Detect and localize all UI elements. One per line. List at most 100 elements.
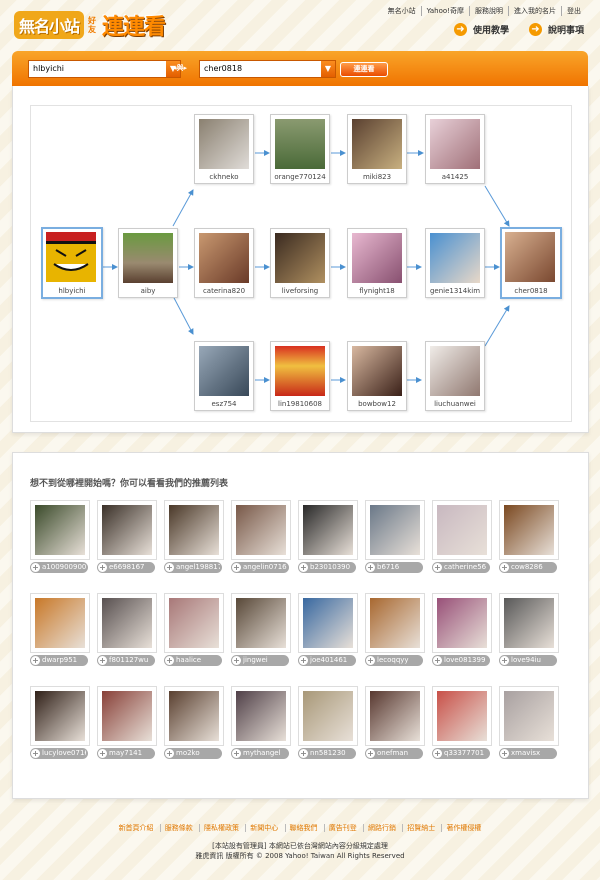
footer-link[interactable]: 著作權侵權	[441, 824, 486, 832]
avatar-frame[interactable]	[97, 686, 157, 746]
recommend-card[interactable]: + angelin0716	[231, 500, 291, 573]
recommend-card[interactable]: + xmavisx	[499, 686, 559, 759]
graph-node[interactable]: cher0818	[500, 227, 562, 299]
avatar-frame[interactable]	[231, 500, 291, 560]
avatar-frame[interactable]	[432, 500, 492, 560]
add-friend-button[interactable]: + lucylove0716	[30, 748, 88, 759]
avatar-frame[interactable]	[432, 686, 492, 746]
from-user-select[interactable]: hlbyichi ▼	[28, 60, 181, 78]
add-friend-button[interactable]: + angelin0716	[231, 562, 289, 573]
add-friend-button[interactable]: + joe401461	[298, 655, 356, 666]
recommend-card[interactable]: + lucylove0716	[30, 686, 90, 759]
recommend-card[interactable]: + f801127wu	[97, 593, 157, 666]
top-nav-logout[interactable]: 登出	[561, 6, 586, 16]
avatar-frame[interactable]	[298, 500, 358, 560]
graph-node[interactable]: orange770124	[270, 114, 330, 184]
avatar-frame[interactable]	[499, 593, 559, 653]
footer-link[interactable]: 服務條款	[159, 824, 197, 832]
footer-link[interactable]: 聯絡我們	[284, 824, 322, 832]
chevron-down-icon[interactable]: ▼	[321, 61, 335, 77]
graph-node[interactable]: liveforsing	[270, 228, 330, 298]
to-user-select[interactable]: cher0818 ▼	[199, 60, 336, 78]
footer-link[interactable]: 廣告刊登	[323, 824, 361, 832]
avatar-frame[interactable]	[164, 593, 224, 653]
graph-node[interactable]: bowbow12	[347, 341, 407, 411]
avatar-frame[interactable]	[231, 593, 291, 653]
graph-node[interactable]: liuchuanwei	[425, 341, 485, 411]
recommend-card[interactable]: + a100900900	[30, 500, 90, 573]
recommend-card[interactable]: + lecoqqyy	[365, 593, 425, 666]
graph-node[interactable]: genie1314kim	[425, 228, 485, 298]
add-friend-button[interactable]: + nn581230	[298, 748, 356, 759]
recommend-card[interactable]: + haalice	[164, 593, 224, 666]
avatar-frame[interactable]	[164, 500, 224, 560]
graph-node[interactable]: caterina820	[194, 228, 254, 298]
site-logo[interactable]: 無名小站 好友 連連看	[14, 10, 166, 40]
recommend-card[interactable]: + onefman	[365, 686, 425, 759]
avatar-frame[interactable]	[164, 686, 224, 746]
recommend-card[interactable]: + cow8286	[499, 500, 559, 573]
footer-link[interactable]: 網路行銷	[362, 824, 400, 832]
add-friend-button[interactable]: + xmavisx	[499, 748, 557, 759]
avatar-frame[interactable]	[365, 500, 425, 560]
recommend-card[interactable]: + b6716	[365, 500, 425, 573]
add-friend-button[interactable]: + love081399	[432, 655, 490, 666]
avatar-frame[interactable]	[298, 686, 358, 746]
tutorial-link[interactable]: ➜ 使用教學	[454, 23, 509, 36]
graph-node[interactable]: lin19810608	[270, 341, 330, 411]
recommend-card[interactable]: + angel198817	[164, 500, 224, 573]
add-friend-button[interactable]: + b6716	[365, 562, 423, 573]
avatar-frame[interactable]	[97, 593, 157, 653]
add-friend-button[interactable]: + lecoqqyy	[365, 655, 423, 666]
add-friend-button[interactable]: + love94iu	[499, 655, 557, 666]
graph-node[interactable]: miki823	[347, 114, 407, 184]
top-nav-help[interactable]: 服務說明	[469, 6, 508, 16]
notes-link[interactable]: ➜ 說明事項	[529, 23, 584, 36]
graph-node[interactable]: ckhneko	[194, 114, 254, 184]
add-friend-button[interactable]: + f801127wu	[97, 655, 155, 666]
add-friend-button[interactable]: + a100900900	[30, 562, 88, 573]
recommend-card[interactable]: + joe401461	[298, 593, 358, 666]
avatar-frame[interactable]	[30, 500, 90, 560]
add-friend-button[interactable]: + mo2ko	[164, 748, 222, 759]
footer-link[interactable]: 新首頁介紹	[115, 824, 158, 832]
add-friend-button[interactable]: + onefman	[365, 748, 423, 759]
add-friend-button[interactable]: + b23010390	[298, 562, 356, 573]
add-friend-button[interactable]: + e6698167	[97, 562, 155, 573]
avatar-frame[interactable]	[499, 500, 559, 560]
recommend-card[interactable]: + catherine56	[432, 500, 492, 573]
top-nav-yahoo[interactable]: Yahoo!奇摩	[420, 6, 469, 16]
avatar-frame[interactable]	[30, 593, 90, 653]
graph-node[interactable]: a41425	[425, 114, 485, 184]
recommend-card[interactable]: + jingwei	[231, 593, 291, 666]
avatar-frame[interactable]	[97, 500, 157, 560]
add-friend-button[interactable]: + dwarp951	[30, 655, 88, 666]
avatar-frame[interactable]	[298, 593, 358, 653]
connect-button[interactable]: 連連看	[340, 62, 388, 77]
recommend-card[interactable]: + mo2ko	[164, 686, 224, 759]
avatar-frame[interactable]	[231, 686, 291, 746]
avatar-frame[interactable]	[499, 686, 559, 746]
recommend-card[interactable]: + dwarp951	[30, 593, 90, 666]
add-friend-button[interactable]: + haalice	[164, 655, 222, 666]
graph-node[interactable]: hlbyichi	[41, 227, 103, 299]
avatar-frame[interactable]	[30, 686, 90, 746]
add-friend-button[interactable]: + may7141	[97, 748, 155, 759]
recommend-card[interactable]: + q33377701	[432, 686, 492, 759]
avatar-frame[interactable]	[365, 593, 425, 653]
recommend-card[interactable]: + e6698167	[97, 500, 157, 573]
avatar-frame[interactable]	[365, 686, 425, 746]
add-friend-button[interactable]: + q33377701	[432, 748, 490, 759]
add-friend-button[interactable]: + mythangel	[231, 748, 289, 759]
recommend-card[interactable]: + may7141	[97, 686, 157, 759]
graph-node[interactable]: flynight18	[347, 228, 407, 298]
graph-node[interactable]: esz754	[194, 341, 254, 411]
footer-link[interactable]: 招賢納士	[402, 824, 440, 832]
footer-link[interactable]: 新聞中心	[245, 824, 283, 832]
footer-link[interactable]: 隱私權政策	[199, 824, 244, 832]
top-nav-wretch[interactable]: 無名小站	[383, 6, 421, 16]
add-friend-button[interactable]: + angel198817	[164, 562, 222, 573]
graph-node[interactable]: aiby	[118, 228, 178, 298]
add-friend-button[interactable]: + cow8286	[499, 562, 557, 573]
recommend-card[interactable]: + love94iu	[499, 593, 559, 666]
